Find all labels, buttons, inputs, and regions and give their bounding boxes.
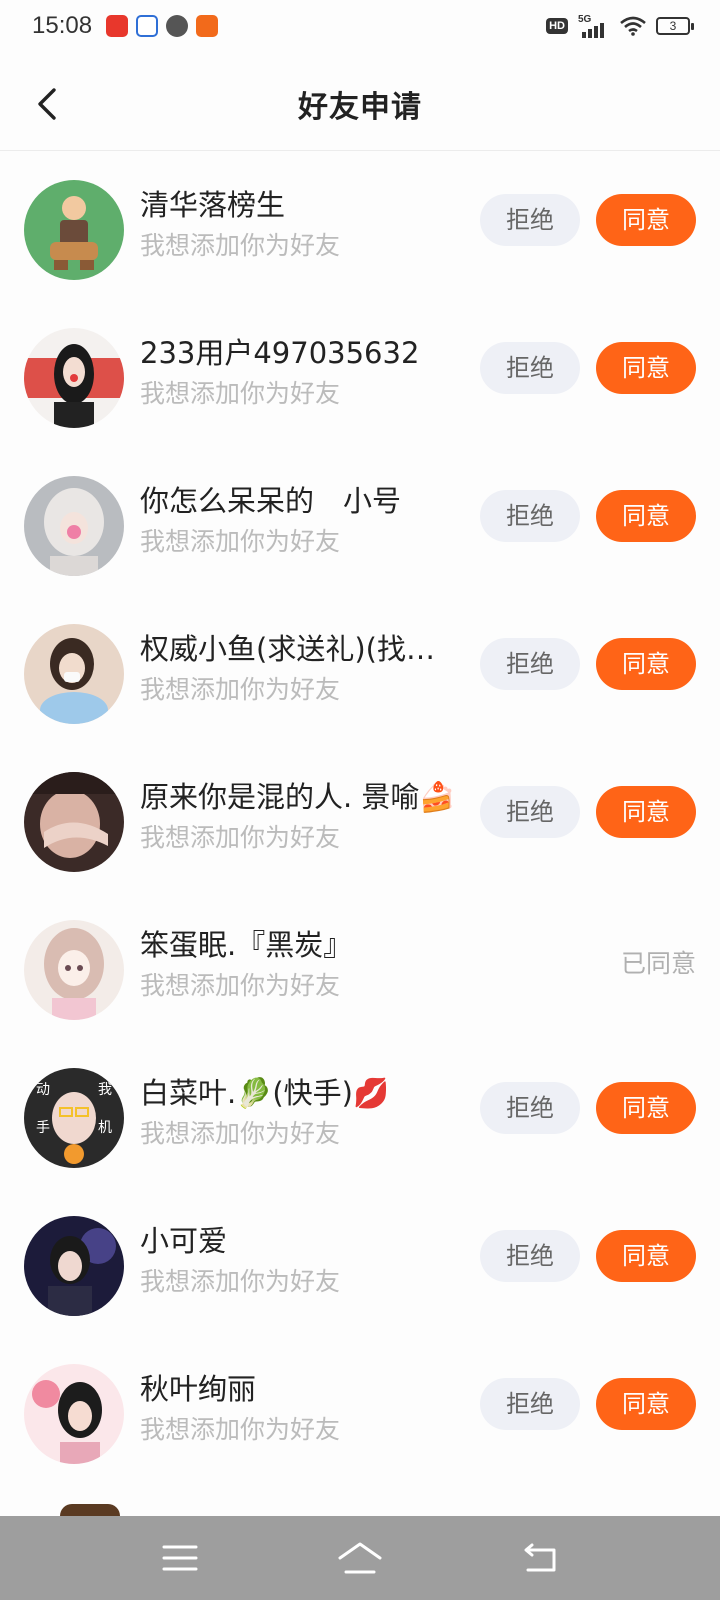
accepted-status: 已同意 <box>620 949 696 978</box>
avatar[interactable] <box>24 1364 124 1464</box>
app-notification-icon <box>166 15 188 37</box>
reject-button[interactable]: 拒绝 <box>480 342 580 394</box>
app-notification-icon <box>136 15 158 37</box>
avatar[interactable] <box>24 920 124 1020</box>
app-notification-icon <box>196 15 218 37</box>
svg-text:我: 我 <box>98 1082 112 1098</box>
request-row: 秋叶绚丽 我想添加你为好友 拒绝 同意 <box>0 1334 720 1482</box>
reject-button[interactable]: 拒绝 <box>480 1230 580 1282</box>
requester-name: 笨蛋眠.『黑炭』 <box>140 928 353 962</box>
system-nav-bar <box>0 1516 720 1600</box>
request-message: 我想添加你为好友 <box>140 1119 341 1148</box>
requester-name: 233用户497035632 <box>140 336 420 370</box>
requester-name: 原来你是混的人. 景喻🍰 <box>140 780 456 814</box>
avatar[interactable] <box>24 624 124 724</box>
request-row: 原来你是混的人. 景喻🍰 我想添加你为好友 拒绝 同意 <box>0 742 720 890</box>
back-arrow-icon <box>524 1543 556 1572</box>
request-row: 权威小鱼(求送礼)(找… 我想添加你为好友 拒绝 同意 <box>0 594 720 742</box>
avatar[interactable] <box>24 180 124 280</box>
menu-button[interactable] <box>150 1530 210 1586</box>
accept-button[interactable]: 同意 <box>596 1378 696 1430</box>
status-time: 15:08 <box>32 12 93 39</box>
accept-button[interactable]: 同意 <box>596 342 696 394</box>
request-row: 笨蛋眠.『黑炭』 我想添加你为好友 已同意 <box>0 890 720 1038</box>
avatar[interactable]: 动 我 手 机 <box>24 1068 124 1168</box>
app-notification-icon <box>106 15 128 37</box>
svg-text:动: 动 <box>36 1082 50 1098</box>
request-message: 我想添加你为好友 <box>140 231 341 260</box>
page-title: 好友申请 <box>298 90 422 125</box>
requester-name: 秋叶绚丽 <box>140 1372 257 1406</box>
request-message: 我想添加你为好友 <box>140 1267 341 1296</box>
requester-name: 你怎么呆呆的 小号 <box>140 484 402 518</box>
accept-button[interactable]: 同意 <box>596 1082 696 1134</box>
page-header: 好友申请 <box>0 56 720 151</box>
reject-button[interactable]: 拒绝 <box>480 490 580 542</box>
reject-button[interactable]: 拒绝 <box>480 638 580 690</box>
svg-text:机: 机 <box>98 1120 112 1136</box>
home-icon <box>338 1542 382 1574</box>
request-message: 我想添加你为好友 <box>140 527 341 556</box>
accept-button[interactable]: 同意 <box>596 490 696 542</box>
reject-button[interactable]: 拒绝 <box>480 1378 580 1430</box>
request-row: 清华落榜生 我想添加你为好友 拒绝 同意 <box>0 150 720 298</box>
accept-button[interactable]: 同意 <box>596 638 696 690</box>
back-button[interactable] <box>510 1530 570 1586</box>
reject-button[interactable]: 拒绝 <box>480 1082 580 1134</box>
reject-button[interactable]: 拒绝 <box>480 786 580 838</box>
request-row: 233用户497035632 我想添加你为好友 拒绝 同意 <box>0 298 720 446</box>
accept-button[interactable]: 同意 <box>596 1230 696 1282</box>
hd-badge: HD <box>546 18 568 34</box>
accept-button[interactable]: 同意 <box>596 194 696 246</box>
battery-icon: 3 <box>656 17 694 35</box>
avatar[interactable] <box>24 328 124 428</box>
request-row: 小可爱 我想添加你为好友 拒绝 同意 <box>0 1186 720 1334</box>
avatar[interactable] <box>24 476 124 576</box>
requester-name: 清华落榜生 <box>140 188 286 222</box>
requester-name: 小可爱 <box>140 1224 228 1258</box>
request-message: 我想添加你为好友 <box>140 971 341 1000</box>
friend-request-list[interactable]: 清华落榜生 我想添加你为好友 拒绝 同意 233用户497035632 我想添加… <box>0 150 720 1482</box>
request-message: 我想添加你为好友 <box>140 675 341 704</box>
request-row: 动 我 手 机 白菜叶.🥬(快手)💋 我想添加你为好友 拒绝 同意 <box>0 1038 720 1186</box>
wifi-icon <box>620 16 646 36</box>
request-message: 我想添加你为好友 <box>140 1415 341 1444</box>
cellular-signal-icon: 5G <box>578 14 610 38</box>
requester-name: 权威小鱼(求送礼)(找… <box>140 632 435 666</box>
request-row: 你怎么呆呆的 小号 我想添加你为好友 拒绝 同意 <box>0 446 720 594</box>
status-bar: 15:08 HD 5G 3 <box>0 0 720 56</box>
request-message: 我想添加你为好友 <box>140 379 341 408</box>
request-message: 我想添加你为好友 <box>140 823 341 852</box>
requester-name: 白菜叶.🥬(快手)💋 <box>140 1076 390 1110</box>
avatar <box>60 1504 120 1516</box>
reject-button[interactable]: 拒绝 <box>480 194 580 246</box>
menu-icon <box>162 1545 198 1571</box>
avatar[interactable] <box>24 772 124 872</box>
svg-text:手: 手 <box>36 1120 50 1136</box>
avatar[interactable] <box>24 1216 124 1316</box>
home-button[interactable] <box>330 1530 390 1586</box>
accept-button[interactable]: 同意 <box>596 786 696 838</box>
